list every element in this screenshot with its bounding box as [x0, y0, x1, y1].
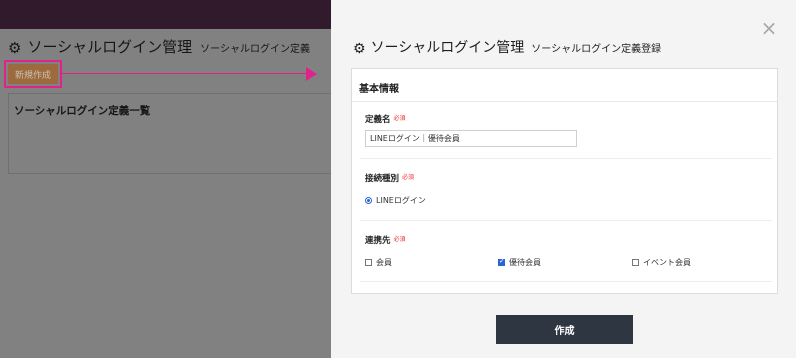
basic-info-card: 基本情報 定義名必須 接続種別必須 LINEログイン 連携先必須 会員 優待会員: [351, 68, 778, 294]
card-header: 基本情報: [352, 69, 777, 102]
divider: [360, 158, 772, 159]
required-badge: 必須: [393, 236, 406, 243]
divider: [360, 281, 772, 282]
checkbox-label: 優待会員: [509, 258, 541, 267]
modal-title: ⚙ ソーシャルログイン管理 ソーシャルログイン定義登録: [353, 40, 662, 57]
annotation-highlight-box: [4, 60, 62, 88]
checkbox-preferential-member[interactable]: 優待会員: [498, 257, 541, 268]
connection-type-radio[interactable]: LINEログイン: [365, 195, 426, 206]
gear-icon: ⚙: [8, 39, 22, 57]
create-button[interactable]: 作成: [496, 315, 633, 344]
checkbox-label: 会員: [376, 258, 392, 267]
required-badge: 必須: [402, 174, 415, 181]
radio-label: LINEログイン: [376, 196, 426, 205]
annotation-arrow-line: [62, 73, 307, 74]
checkbox-checked[interactable]: [498, 257, 505, 266]
definition-name-input[interactable]: [365, 130, 577, 147]
checkbox-event-member[interactable]: イベント会員: [632, 257, 691, 268]
gear-icon: ⚙: [353, 41, 366, 57]
section-title: 基本情報: [359, 84, 399, 95]
checkbox-unchecked[interactable]: [632, 259, 639, 266]
top-header-bar: [0, 0, 331, 29]
radio-button-selected[interactable]: [365, 197, 372, 204]
divider: [360, 220, 772, 221]
background-page-title: ⚙ ソーシャルログイン管理 ソーシャルログイン定義: [8, 38, 310, 57]
definition-list-title: ソーシャルログイン定義一覧: [14, 105, 151, 117]
registration-modal: × ⚙ ソーシャルログイン管理 ソーシャルログイン定義登録 基本情報 定義名 必須…: [331, 0, 796, 358]
checkbox-label: イベント会員: [643, 258, 691, 267]
annotation-arrow-head: [306, 67, 317, 81]
close-icon[interactable]: ×: [759, 18, 779, 38]
checkbox-member[interactable]: 会員: [365, 257, 392, 268]
link-destination-label: 連携先 必須: [365, 236, 406, 246]
definition-name-label: 定義名 必須: [365, 115, 406, 125]
required-badge: 必須: [393, 115, 406, 122]
checkbox-unchecked[interactable]: [365, 259, 372, 266]
definition-list-panel: ソーシャルログイン定義一覧: [8, 93, 331, 174]
connection-type-label: 接続種別 必須: [365, 174, 415, 184]
